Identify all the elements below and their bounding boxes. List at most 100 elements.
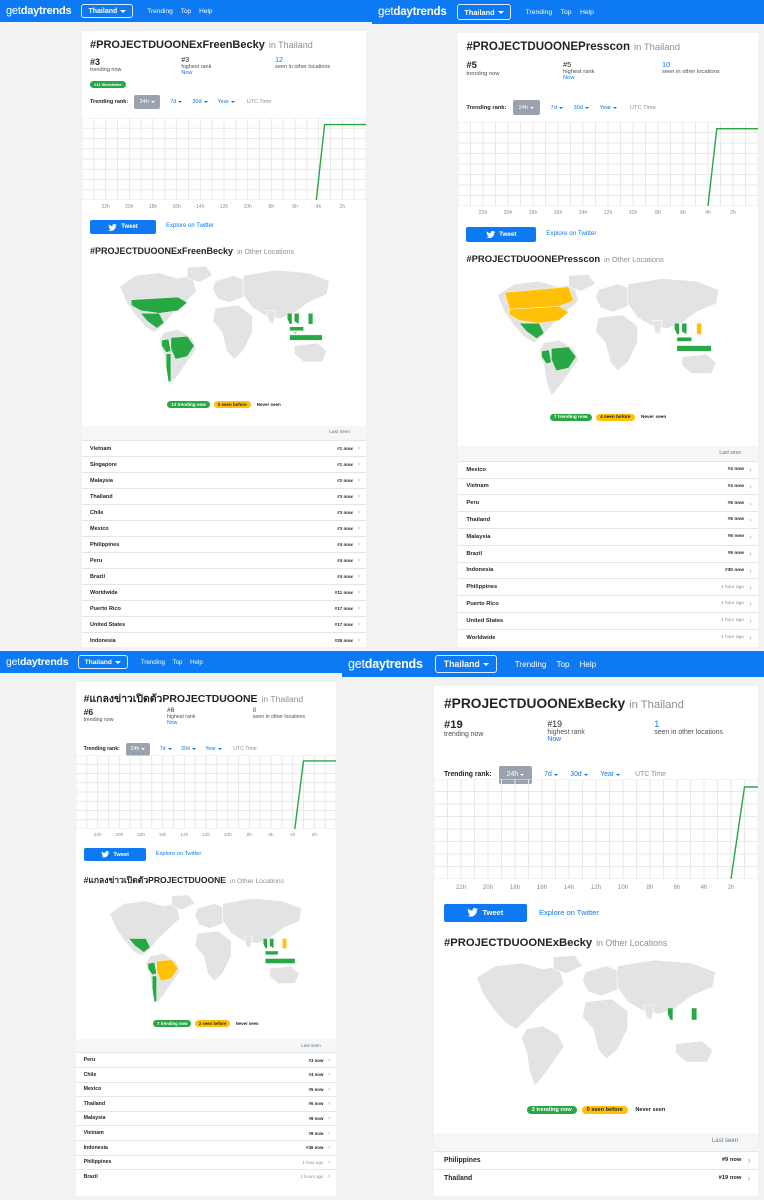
location-row[interactable]: Philippines 1 hour ago › bbox=[76, 1154, 336, 1170]
tweet-button[interactable]: Tweet bbox=[444, 904, 527, 922]
country-indonesia-trending[interactable] bbox=[676, 345, 712, 352]
country-philippines-trending[interactable] bbox=[691, 1007, 698, 1021]
range-year-button[interactable]: Year bbox=[205, 746, 222, 752]
range-24h-button[interactable]: 24h bbox=[134, 95, 161, 109]
location-row[interactable]: Mexico #3 now › bbox=[82, 520, 366, 536]
location-row[interactable]: Chile #3 now › bbox=[82, 504, 366, 520]
site-logo[interactable]: getdaytrends bbox=[348, 657, 423, 671]
country-vietnam-trending[interactable] bbox=[293, 313, 299, 325]
nav-trending[interactable]: Trending bbox=[141, 659, 165, 666]
other-locations-count[interactable]: 8 bbox=[253, 707, 305, 714]
country-malaysia-trending[interactable] bbox=[676, 337, 692, 342]
country-indonesia-trending[interactable] bbox=[265, 958, 296, 964]
range-7d-button[interactable]: 7d bbox=[160, 746, 172, 752]
range-year-button[interactable]: Year bbox=[600, 771, 621, 778]
location-row[interactable]: Philippines #4 now › bbox=[82, 536, 366, 552]
country-dropdown[interactable]: Thailand bbox=[81, 4, 134, 18]
country-indonesia-trending[interactable] bbox=[288, 334, 322, 341]
highest-rank-when[interactable]: Now bbox=[181, 70, 211, 76]
range-30d-button[interactable]: 30d bbox=[570, 771, 588, 778]
location-row[interactable]: Vietnam #1 now › bbox=[82, 440, 366, 456]
nav-help[interactable]: Help bbox=[580, 9, 594, 16]
location-row[interactable]: Thailand #5 now › bbox=[458, 511, 758, 528]
location-row[interactable]: Thailand #19 now › bbox=[434, 1168, 758, 1187]
explore-on-twitter-link[interactable]: Explore on Twitter bbox=[539, 908, 599, 917]
location-row[interactable]: Indonesia #36 now › bbox=[76, 1139, 336, 1155]
location-row[interactable]: Mexico #5 now › bbox=[76, 1081, 336, 1097]
country-thailand-trending[interactable] bbox=[674, 323, 680, 335]
country-dropdown[interactable]: Thailand bbox=[435, 655, 498, 673]
location-row[interactable]: Mexico #4 now › bbox=[458, 460, 758, 478]
nav-trending[interactable]: Trending bbox=[147, 8, 172, 15]
location-row[interactable]: Vietnam #4 now › bbox=[458, 477, 758, 495]
location-row[interactable]: Thailand #6 now › bbox=[76, 1096, 336, 1111]
country-malaysia-trending[interactable] bbox=[265, 950, 279, 955]
highest-rank-when[interactable]: Now bbox=[563, 75, 594, 81]
location-row[interactable]: Thailand #3 now › bbox=[82, 488, 366, 504]
location-row[interactable]: Worldwide #11 now › bbox=[82, 584, 366, 600]
location-row[interactable]: Philippines #9 now › bbox=[434, 1150, 758, 1169]
tweet-button[interactable]: Tweet bbox=[83, 848, 147, 862]
country-thailand-trending[interactable] bbox=[667, 1007, 674, 1021]
nav-top[interactable]: Top bbox=[181, 8, 191, 15]
location-row[interactable]: Malaysia #6 now › bbox=[458, 527, 758, 545]
location-row[interactable]: Vietnam #8 now › bbox=[76, 1125, 336, 1140]
location-row[interactable]: Malaysia #8 now › bbox=[76, 1110, 336, 1126]
range-year-button[interactable]: Year bbox=[600, 105, 618, 111]
utc-time-toggle[interactable]: UTC Time bbox=[630, 105, 656, 111]
location-row[interactable]: Brazil #4 now › bbox=[82, 568, 366, 584]
location-row[interactable]: United States #17 now › bbox=[82, 616, 366, 632]
nav-help[interactable]: Help bbox=[199, 8, 212, 15]
range-24h-button[interactable]: 24h bbox=[512, 100, 541, 115]
range-30d-button[interactable]: 30d bbox=[573, 105, 590, 111]
location-row[interactable]: Peru #4 now › bbox=[82, 552, 366, 568]
location-row[interactable]: Malaysia #2 now › bbox=[82, 472, 366, 488]
location-row[interactable]: Puerto Rico 1 hour ago › bbox=[458, 595, 758, 612]
range-7d-button[interactable]: 7d bbox=[170, 99, 183, 105]
highest-rank-when[interactable]: Now bbox=[167, 720, 195, 726]
country-philippines-trending[interactable] bbox=[307, 313, 313, 325]
country-malaysia-trending[interactable] bbox=[288, 326, 304, 331]
utc-time-toggle[interactable]: UTC Time bbox=[247, 99, 272, 105]
explore-on-twitter-link[interactable]: Explore on Twitter bbox=[156, 851, 201, 857]
location-row[interactable]: Brazil #9 now › bbox=[458, 544, 758, 562]
other-locations-count[interactable]: 10 bbox=[662, 60, 720, 69]
nav-help[interactable]: Help bbox=[190, 659, 203, 666]
country-dropdown[interactable]: Thailand bbox=[77, 655, 128, 669]
location-row[interactable]: Peru #5 now › bbox=[458, 494, 758, 511]
location-row[interactable]: Chile #4 now › bbox=[76, 1066, 336, 1082]
location-row[interactable]: Puerto Rico #17 now › bbox=[82, 600, 366, 616]
range-7d-button[interactable]: 7d bbox=[544, 771, 558, 778]
location-row[interactable]: Indonesia #25 now › bbox=[82, 632, 366, 647]
nav-top[interactable]: Top bbox=[561, 9, 572, 16]
country-vietnam-trending[interactable] bbox=[681, 323, 687, 335]
site-logo[interactable]: getdaytrends bbox=[378, 6, 447, 18]
explore-on-twitter-link[interactable]: Explore on Twitter bbox=[546, 230, 596, 237]
utc-time-toggle[interactable]: UTC Time bbox=[635, 771, 666, 778]
location-row[interactable]: Philippines 1 hour ago › bbox=[458, 578, 758, 595]
nav-help[interactable]: Help bbox=[580, 660, 597, 669]
nav-trending[interactable]: Trending bbox=[515, 660, 547, 669]
highest-rank-when[interactable]: Now bbox=[547, 736, 584, 743]
range-7d-button[interactable]: 7d bbox=[551, 105, 563, 111]
site-logo[interactable]: getdaytrends bbox=[6, 5, 72, 17]
nav-top[interactable]: Top bbox=[173, 659, 183, 666]
utc-time-toggle[interactable]: UTC Time bbox=[233, 746, 256, 752]
nav-top[interactable]: Top bbox=[556, 660, 569, 669]
other-locations-count[interactable]: 1 bbox=[654, 719, 723, 729]
location-row[interactable]: Brazil 2 hours ago › bbox=[76, 1169, 336, 1184]
country-philippines-seen[interactable] bbox=[696, 323, 702, 335]
other-locations-count[interactable]: 12 bbox=[275, 57, 330, 64]
location-row[interactable]: Worldwide 1 hour ago › bbox=[458, 628, 758, 646]
range-30d-button[interactable]: 30d bbox=[192, 99, 208, 105]
country-thailand-trending[interactable] bbox=[286, 313, 292, 325]
location-row[interactable]: Singapore #1 now › bbox=[82, 456, 366, 472]
country-chile-trending[interactable] bbox=[165, 353, 171, 383]
country-thailand-trending[interactable] bbox=[263, 938, 268, 949]
country-dropdown[interactable]: Thailand bbox=[457, 4, 511, 20]
country-chile-trending[interactable] bbox=[152, 975, 158, 1003]
nav-trending[interactable]: Trending bbox=[526, 9, 553, 16]
tweet-button[interactable]: Tweet bbox=[466, 227, 536, 242]
range-year-button[interactable]: Year bbox=[218, 99, 235, 105]
site-logo[interactable]: getdaytrends bbox=[6, 656, 69, 668]
